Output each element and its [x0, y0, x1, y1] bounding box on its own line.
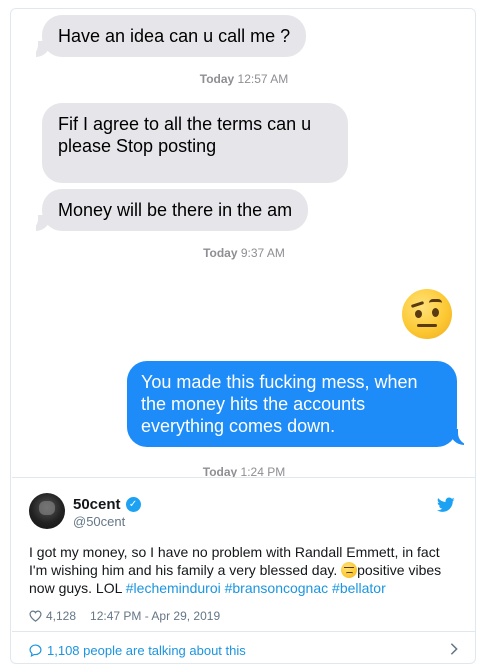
- divider: [12, 631, 475, 632]
- timestamp-1: Today 12:57 AM: [199, 72, 289, 86]
- verified-badge-icon: ✓: [125, 496, 141, 512]
- messages-screenshot: Have an idea can u call me ? Today 12:57…: [12, 9, 475, 477]
- avatar[interactable]: [29, 493, 65, 529]
- smirking-face-emoji-icon: [341, 562, 358, 578]
- message-bubble-incoming: Have an idea can u call me ?: [42, 15, 307, 57]
- message-bubble-incoming: Fif I agree to all the terms can u pleas…: [42, 103, 348, 183]
- speech-bubble-icon: [29, 643, 42, 657]
- bubble-tail: [450, 427, 470, 445]
- message-bubble-outgoing: You made this fucking mess, when the mon…: [127, 361, 457, 447]
- timestamp-3: Today 1:24 PM: [202, 465, 286, 477]
- hashtag-link[interactable]: #lecheminduroi: [126, 580, 221, 596]
- divider: [12, 477, 475, 478]
- author-name-row[interactable]: 50cent ✓: [73, 495, 141, 513]
- author-name[interactable]: 50cent: [73, 496, 121, 513]
- tweet-text: I got my money, so I have no problem wit…: [29, 544, 442, 596]
- message-bubble-incoming: Money will be there in the am: [42, 189, 309, 231]
- tweet-meta: 4,128 12:47 PM - Apr 29, 2019: [29, 609, 220, 623]
- chevron-right-icon: [450, 643, 458, 655]
- tweet-timestamp[interactable]: 12:47 PM - Apr 29, 2019: [90, 609, 220, 623]
- like-count: 4,128: [46, 609, 77, 623]
- embedded-tweet-card: i Have an idea can u call me ? Today 12:…: [10, 8, 476, 664]
- talking-count-label: 1,108 people are talking about this: [47, 642, 246, 658]
- bubble-tail: [26, 213, 50, 231]
- hashtag-link[interactable]: #bellator: [332, 580, 386, 596]
- timestamp-2: Today 9:37 AM: [203, 246, 285, 260]
- bubble-tail: [26, 39, 50, 57]
- author-handle[interactable]: @50cent: [73, 514, 125, 529]
- twitter-bird-icon[interactable]: [437, 497, 455, 513]
- conversation-link[interactable]: 1,108 people are talking about this: [29, 639, 459, 661]
- hashtag-link[interactable]: #bransoncognac: [225, 580, 329, 596]
- raised-eyebrow-emoji-icon: [402, 289, 452, 339]
- heart-icon[interactable]: [29, 610, 42, 622]
